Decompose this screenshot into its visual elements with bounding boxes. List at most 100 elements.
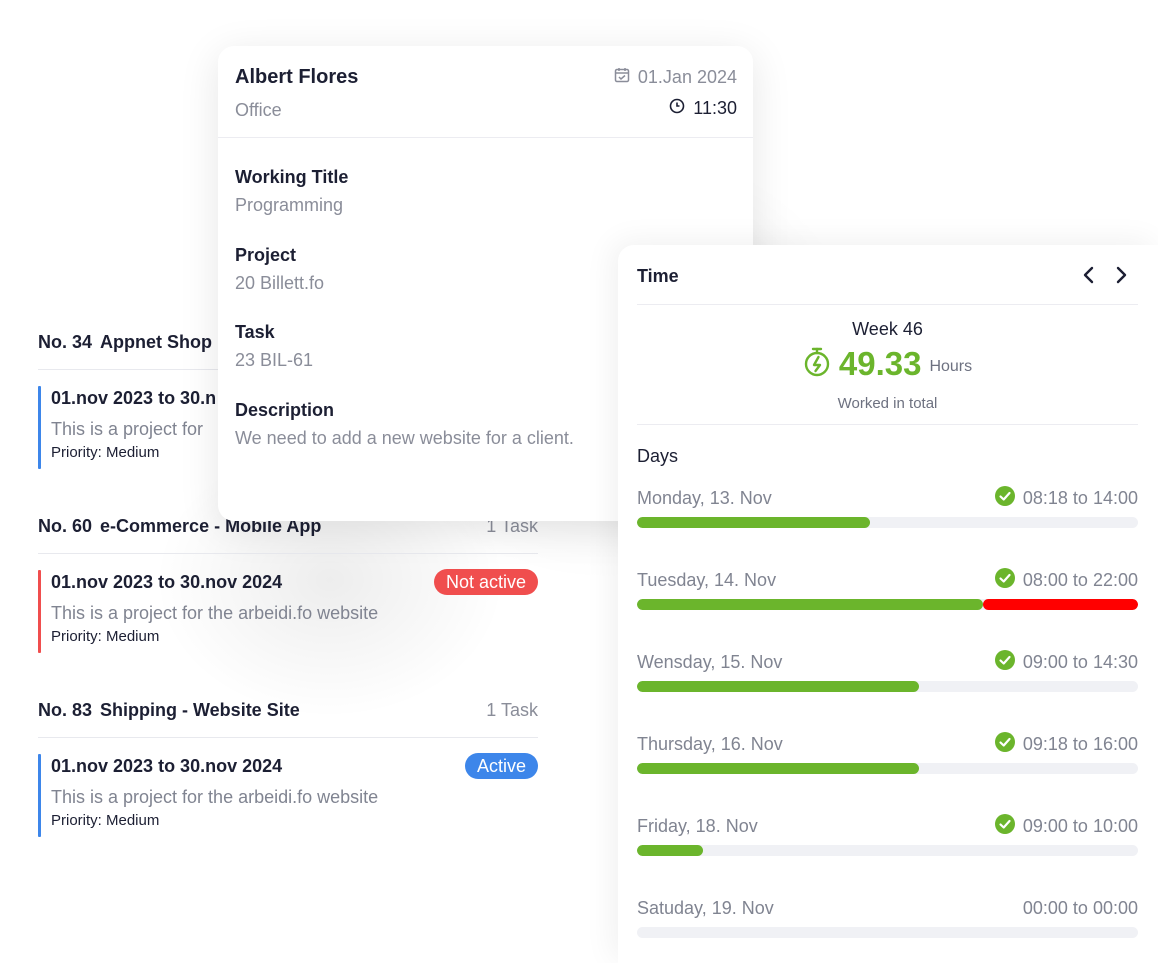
day-time-range-text: 00:00 to 00:00 xyxy=(1022,897,1138,918)
project-priority: Priority: Medium xyxy=(51,812,160,829)
field-value: 20 Billett.fo xyxy=(235,273,325,293)
day-name: Satuday, 19. Nov xyxy=(637,897,774,918)
day-row[interactable]: Wensday, 15. Nov 09:00 to 14:30 xyxy=(637,649,1138,692)
day-row[interactable]: Monday, 13. Nov 08:18 to 14:00 xyxy=(637,485,1138,528)
check-circle-icon xyxy=(994,813,1015,839)
detail-date: 01.Jan 2024 xyxy=(614,67,737,88)
project-accent-bar xyxy=(38,570,41,653)
progress-fill-worked xyxy=(637,517,871,528)
progress-track xyxy=(637,927,1138,938)
project-task-count: 1 Task xyxy=(486,699,538,720)
day-name: Monday, 13. Nov xyxy=(637,487,772,508)
days-heading: Days xyxy=(637,446,679,466)
field-label: Working Title xyxy=(235,167,349,187)
divider xyxy=(637,304,1138,305)
employee-location: Office xyxy=(235,100,282,120)
time-card-title: Time xyxy=(637,266,679,286)
progress-fill-worked xyxy=(637,845,703,856)
divider xyxy=(218,137,753,138)
check-circle-icon xyxy=(994,567,1015,593)
time-card: Time Week 46 49.33 Hours Worked in total… xyxy=(618,245,1158,963)
divider xyxy=(38,553,538,554)
hours-summary: 49.33 Hours xyxy=(637,345,1138,383)
check-circle-icon xyxy=(994,485,1015,511)
day-time-range-text: 08:00 to 22:00 xyxy=(1022,569,1138,590)
progress-track xyxy=(637,517,1138,528)
week-label: Week 46 xyxy=(852,319,923,339)
day-row[interactable]: Satuday, 19. Nov 00:00 to 00:00 xyxy=(637,895,1138,938)
project-name: Appnet Shop xyxy=(100,331,213,352)
project-card[interactable]: No. 60 e-Commerce - Mobile App 1 Task 01.… xyxy=(38,514,538,653)
project-number: No. 60 xyxy=(38,515,93,536)
project-description: This is a project for the arbeidi.fo web… xyxy=(51,787,379,807)
field-label: Task xyxy=(235,322,275,342)
day-time-range: 08:00 to 22:00 xyxy=(994,567,1138,593)
day-row[interactable]: Thursday, 16. Nov 09:18 to 16:00 xyxy=(637,731,1138,774)
field-working-title: Working Title Programming xyxy=(235,165,348,217)
project-accent-bar xyxy=(38,386,41,469)
project-name: Shipping - Website Site xyxy=(100,699,300,720)
hours-total: 49.33 xyxy=(838,345,922,382)
progress-fill-worked xyxy=(637,681,920,692)
hours-subtitle: Worked in total xyxy=(837,395,938,412)
project-description: This is a project for the arbeidi.fo web… xyxy=(51,603,379,623)
project-priority: Priority: Medium xyxy=(51,628,160,645)
progress-track xyxy=(637,763,1138,774)
progress-track xyxy=(637,845,1138,856)
progress-track xyxy=(637,599,1138,610)
progress-fill-worked xyxy=(637,763,920,774)
detail-time-text: 11:30 xyxy=(693,98,737,118)
day-time-range: 08:18 to 14:00 xyxy=(994,485,1138,511)
day-name: Friday, 18. Nov xyxy=(637,815,758,836)
check-circle-icon xyxy=(994,731,1015,757)
day-time-range-text: 08:18 to 14:00 xyxy=(1022,487,1138,508)
day-name: Thursday, 16. Nov xyxy=(637,733,783,754)
field-label: Project xyxy=(235,245,297,265)
progress-track xyxy=(637,681,1138,692)
project-entry[interactable]: 01.nov 2023 to 30.nov 2024 Not active Th… xyxy=(38,568,538,653)
project-title: No. 34 Appnet Shop xyxy=(38,332,212,353)
day-row[interactable]: Friday, 18. Nov 09:00 to 10:00 xyxy=(637,813,1138,856)
project-accent-bar xyxy=(38,754,41,837)
hours-unit: Hours xyxy=(929,358,973,375)
detail-date-text: 01.Jan 2024 xyxy=(637,67,737,87)
progress-fill-overtime xyxy=(982,599,1138,610)
project-dates: 01.nov 2023 to 30.nov 2024 xyxy=(51,755,283,776)
field-description: Description We need to add a new website… xyxy=(235,398,574,450)
divider xyxy=(38,737,538,738)
day-time-range: 09:00 to 14:30 xyxy=(994,649,1138,675)
status-badge: Active xyxy=(464,753,538,779)
day-name: Wensday, 15. Nov xyxy=(637,651,783,672)
field-value: We need to add a new website for a clien… xyxy=(235,428,574,448)
day-time-range-text: 09:00 to 14:30 xyxy=(1022,651,1138,672)
project-number: No. 83 xyxy=(38,699,93,720)
project-title: No. 83 Shipping - Website Site xyxy=(38,700,300,721)
detail-time: 11:30 xyxy=(669,98,737,119)
progress-fill-worked xyxy=(637,599,983,610)
divider xyxy=(637,424,1138,425)
day-time-range-text: 09:00 to 10:00 xyxy=(1022,815,1138,836)
day-time-range-text: 09:18 to 16:00 xyxy=(1022,733,1138,754)
project-entry[interactable]: 01.nov 2023 to 30.nov 2024 Active This i… xyxy=(38,752,538,837)
stopwatch-icon xyxy=(803,347,831,382)
project-card[interactable]: No. 83 Shipping - Website Site 1 Task 01.… xyxy=(38,698,538,837)
calendar-icon xyxy=(614,67,630,88)
clock-icon xyxy=(669,98,685,119)
day-time-range: 00:00 to 00:00 xyxy=(1023,898,1138,919)
day-time-range: 09:00 to 10:00 xyxy=(994,813,1138,839)
day-row[interactable]: Tuesday, 14. Nov 08:00 to 22:00 xyxy=(637,567,1138,610)
employee-name: Albert Flores xyxy=(235,66,359,88)
field-value: 23 BIL-61 xyxy=(235,350,314,370)
day-time-range: 09:18 to 16:00 xyxy=(994,731,1138,757)
field-value: Programming xyxy=(235,195,344,215)
project-number: No. 34 xyxy=(38,331,93,352)
chevron-left-icon[interactable] xyxy=(1077,263,1101,287)
field-label: Description xyxy=(235,400,335,420)
status-badge: Not active xyxy=(433,569,538,595)
day-name: Tuesday, 14. Nov xyxy=(637,569,777,590)
chevron-right-icon[interactable] xyxy=(1109,263,1133,287)
project-dates: 01.nov 2023 to 30.n xyxy=(51,387,217,408)
field-project: Project 20 Billett.fo xyxy=(235,243,324,295)
check-circle-icon xyxy=(994,649,1015,675)
project-dates: 01.nov 2023 to 30.nov 2024 xyxy=(51,571,283,592)
